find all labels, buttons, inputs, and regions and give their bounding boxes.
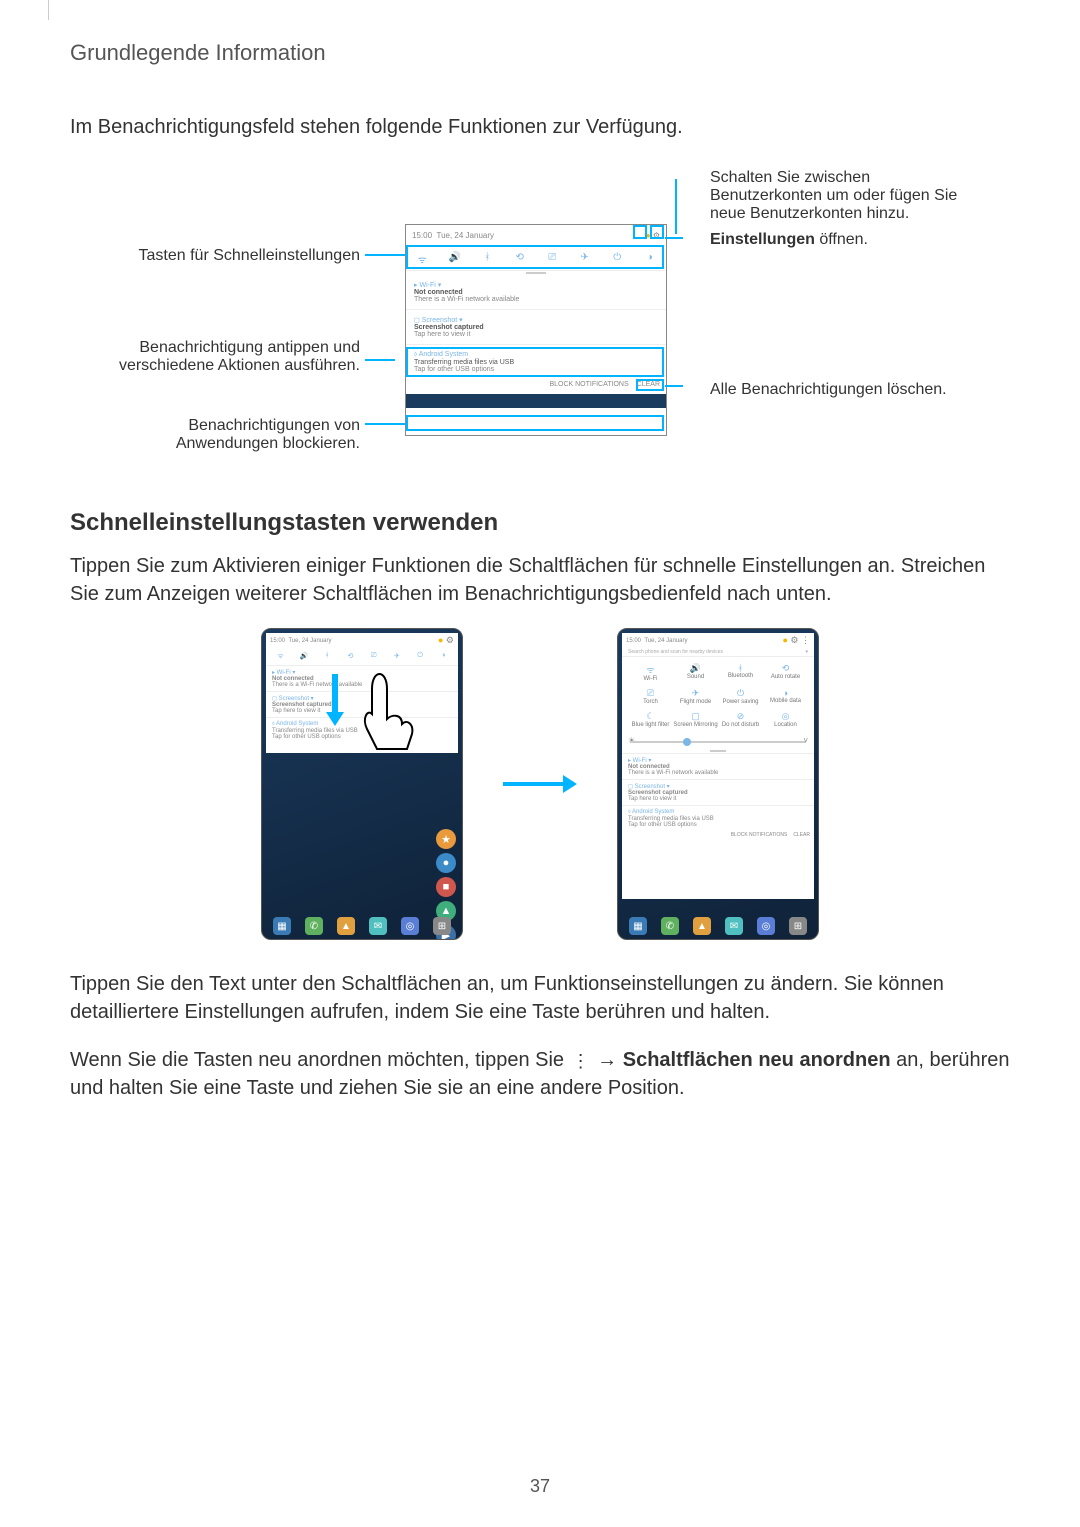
dnd-icon: ⊘ <box>718 711 763 722</box>
location-icon: ⎚ <box>363 652 384 661</box>
tablet-after: 15:00 Tue, 24 January ● ⚙ ⋮ Search phone… <box>617 628 819 940</box>
mock-notification-2: ◻ Screenshot ▾ Screenshot captured Tap h… <box>406 310 666 345</box>
more-icon: ⋮ <box>801 635 810 645</box>
page-number: 37 <box>0 1476 1080 1497</box>
notification-panel-diagram: Tasten für Schnelleinstellungen Benachri… <box>70 169 1010 469</box>
mock-block-link: BLOCK NOTIFICATIONS <box>549 381 628 388</box>
callout-tap-notification: Benachrichtigung antippen und verschiede… <box>100 339 360 375</box>
dock-app-icon: ◎ <box>401 917 419 935</box>
search-placeholder: Search phone and scan for nearby devices <box>628 649 723 655</box>
mock-notification-1: ▸ Wi-Fi ▾ Not connected There is a Wi-Fi… <box>406 275 666 310</box>
wifi-icon: ᯤ <box>416 252 428 264</box>
user-icon: ● <box>782 635 787 645</box>
chevron-down-icon: ▾ <box>805 649 808 655</box>
dock-app-icon: ▦ <box>273 917 291 935</box>
bluetooth-icon: ᚼ <box>718 663 763 673</box>
chevron-down-icon: ˅ <box>803 736 808 745</box>
torch-icon: ⎚ <box>628 688 673 699</box>
dock-app-icon: ✉ <box>725 917 743 935</box>
page-corner-decoration <box>48 0 49 20</box>
location-icon: ⎚ <box>546 252 558 264</box>
dock-app-icon: ⊞ <box>433 917 451 935</box>
bluetooth-icon: ᚼ <box>481 252 493 264</box>
section-header: Grundlegende Information <box>70 40 1010 66</box>
paragraph-3: Wenn Sie die Tasten neu anordnen möchten… <box>70 1046 1010 1102</box>
bluelight-icon: ◑ <box>644 252 656 264</box>
mock-date: Tue, 24 January <box>436 231 494 240</box>
gear-icon: ⚙ <box>653 231 660 240</box>
power-icon: ⏻ <box>611 252 623 264</box>
device-mockup: 15:00 Tue, 24 January ● ⚙ ᯤ 🔊 ᚼ ⟲ ⎚ ✈ ⏻ … <box>405 224 667 436</box>
paragraph-2: Tippen Sie den Text unter den Schaltfläc… <box>70 970 1010 1026</box>
rotate-icon: ⟲ <box>340 652 361 661</box>
brightness-slider: ☀ ˅ <box>630 738 806 746</box>
arrow-right-icon <box>503 775 577 793</box>
float-app-icon: ★ <box>436 829 456 849</box>
dock-app-icon: ✆ <box>305 917 323 935</box>
dock-app-icon: ▲ <box>693 917 711 935</box>
swipe-down-illustration: 15:00 Tue, 24 January ● ⚙ ᯤ 🔊 ᚼ ⟲ ⎚ ✈ ⏻ … <box>70 628 1010 940</box>
sound-icon: 🔊 <box>449 252 461 264</box>
dock-app-icon: ⊞ <box>789 917 807 935</box>
dock-app-icon: ✆ <box>661 917 679 935</box>
leader-line <box>365 359 395 361</box>
more-options-icon: ⋮ <box>570 1052 592 1070</box>
dock-app-icon: ▲ <box>337 917 355 935</box>
location-icon: ◎ <box>763 711 808 722</box>
mock-time: 15:00 <box>412 231 432 240</box>
subheading-quick-settings: Schnelleinstellungstasten verwenden <box>70 509 1010 537</box>
mobiledata-icon: ◑ <box>763 688 808 698</box>
gear-icon: ⚙ <box>790 635 798 645</box>
callout-open-settings: Einstellungen öffnen. <box>710 231 868 249</box>
paragraph-1: Tippen Sie zum Aktivieren einiger Funkti… <box>70 552 1010 608</box>
float-app-icon: ● <box>436 853 456 873</box>
bluelight-icon: ◑ <box>433 652 454 661</box>
user-icon: ● <box>646 231 651 240</box>
airplane-icon: ✈ <box>579 252 591 264</box>
bluelight-icon: ☾ <box>628 711 673 722</box>
mock-clear-link: CLEAR <box>637 381 660 388</box>
leader-line <box>665 237 683 239</box>
wifi-icon: ᯤ <box>628 663 673 676</box>
float-app-icon: ■ <box>436 877 456 897</box>
leader-line <box>675 179 677 234</box>
callout-quick-settings: Tasten für Schnelleinstellungen <box>139 247 360 265</box>
mock-quick-settings-row: ᯤ 🔊 ᚼ ⟲ ⎚ ✈ ⏻ ◑ <box>406 245 666 271</box>
power-icon: ⏻ <box>410 652 431 661</box>
dock-app-icon: ◎ <box>757 917 775 935</box>
sound-icon: 🔊 <box>293 652 314 661</box>
bluetooth-icon: ᚼ <box>317 652 338 661</box>
user-icon: ● <box>438 635 443 645</box>
leader-line <box>365 254 405 256</box>
leader-line <box>665 385 683 387</box>
mirror-icon: ▢ <box>673 711 718 722</box>
power-icon: ⏻ <box>718 688 763 699</box>
leader-line <box>365 423 405 425</box>
dock-app-icon: ▦ <box>629 917 647 935</box>
airplane-icon: ✈ <box>386 652 407 661</box>
wifi-icon: ᯤ <box>270 652 291 661</box>
sound-icon: 🔊 <box>673 663 718 674</box>
mock-notification-3: ⬨ Android System Transferring media file… <box>406 345 666 379</box>
dock-app-icon: ✉ <box>369 917 387 935</box>
callout-switch-users: Schalten Sie zwischen Benutzerkonten um … <box>710 169 980 223</box>
callout-block-notifications: Benachrichtigungen von Anwendungen block… <box>100 417 360 453</box>
rotate-icon: ⟲ <box>514 252 526 264</box>
tablet-before: 15:00 Tue, 24 January ● ⚙ ᯤ 🔊 ᚼ ⟲ ⎚ ✈ ⏻ … <box>261 628 463 940</box>
callout-clear-all: Alle Benachrichtigungen löschen. <box>710 381 947 399</box>
gear-icon: ⚙ <box>446 635 454 645</box>
intro-text: Im Benachrichtigungsfeld stehen folgende… <box>70 116 1010 139</box>
rotate-icon: ⟲ <box>763 663 808 674</box>
airplane-icon: ✈ <box>673 688 718 699</box>
